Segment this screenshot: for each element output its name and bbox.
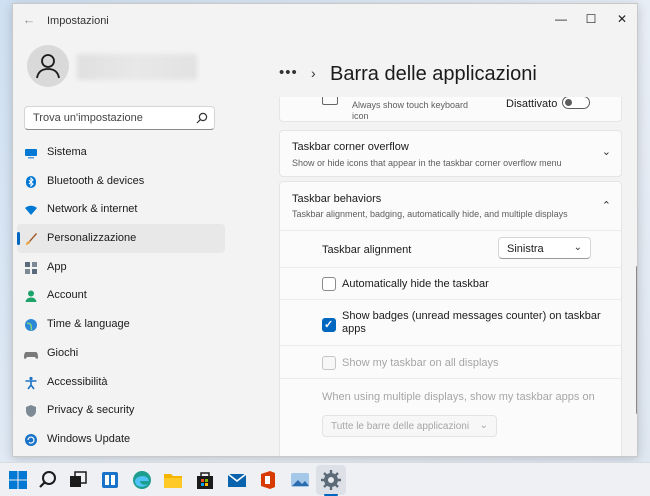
badges-checkbox[interactable]: ✓ bbox=[322, 318, 336, 332]
auto-hide-row: Automatically hide the taskbar bbox=[280, 267, 621, 299]
corner-overflow-card[interactable]: Taskbar corner overflow Show or hide ico… bbox=[279, 130, 622, 177]
taskbar-behaviors-subtitle: Taskbar alignment, badging, automaticall… bbox=[292, 209, 568, 219]
sidebar-item-label: Personalizzazione bbox=[47, 232, 137, 245]
all-displays-label: Show my taskbar on all displays bbox=[342, 357, 499, 369]
sidebar-item-label: Time & language bbox=[47, 318, 130, 331]
sidebar-item-bluetooth[interactable]: Bluetooth & devices bbox=[17, 167, 225, 196]
badges-label: Show badges (unread messages counter) on… bbox=[342, 310, 601, 335]
widgets-icon[interactable] bbox=[99, 469, 121, 491]
sidebar-item-account[interactable]: Account bbox=[17, 281, 225, 310]
edge-icon[interactable] bbox=[131, 469, 153, 491]
sidebar-item-label: Windows Update bbox=[47, 432, 131, 445]
blurred-account-name bbox=[77, 54, 197, 80]
taskbar-alignment-row: Taskbar alignment Sinistra ⌄ bbox=[280, 230, 621, 267]
taskbar-alignment-label: Taskbar alignment bbox=[322, 244, 412, 256]
active-indicator bbox=[17, 232, 20, 246]
bluetooth-icon bbox=[26, 175, 36, 188]
chevron-down-icon[interactable]: ⌄ bbox=[602, 145, 611, 158]
badges-row: ✓ Show badges (unread messages counter) … bbox=[280, 299, 621, 345]
chevron-up-icon[interactable]: ⌃ bbox=[602, 199, 611, 212]
brush-icon bbox=[26, 233, 37, 246]
sidebar-item-label: Account bbox=[47, 289, 87, 302]
sidebar-item-app[interactable]: App bbox=[17, 253, 225, 282]
globe-icon bbox=[25, 319, 37, 332]
settings-icon[interactable] bbox=[320, 469, 342, 491]
update-icon bbox=[25, 433, 37, 446]
touch-keyboard-card: Always show touch keyboard icon Disattiv… bbox=[279, 97, 622, 122]
toggle-state-label: Disattivato bbox=[506, 98, 558, 110]
touch-keyboard-toggle[interactable] bbox=[562, 97, 590, 109]
office-icon[interactable] bbox=[257, 469, 279, 491]
taskbar-behaviors-card: Taskbar behaviors Taskbar alignment, bad… bbox=[279, 181, 622, 456]
all-displays-checkbox[interactable] bbox=[322, 356, 336, 370]
system-icon bbox=[25, 149, 37, 159]
shield-icon bbox=[26, 405, 36, 418]
search-icon[interactable] bbox=[37, 469, 59, 491]
store-icon[interactable] bbox=[194, 469, 216, 491]
auto-hide-checkbox[interactable] bbox=[322, 277, 336, 291]
accessibility-icon bbox=[25, 376, 37, 389]
taskbar-behaviors-title: Taskbar behaviors bbox=[292, 193, 382, 205]
sidebar-item-windows-update[interactable]: Windows Update bbox=[17, 425, 225, 454]
chevron-down-icon: ⌄ bbox=[479, 420, 488, 431]
multi-display-dropdown[interactable]: Tutte le barre delle applicazioni ⌄ bbox=[322, 415, 497, 437]
avatar[interactable] bbox=[27, 45, 69, 87]
touch-keyboard-description: Always show touch keyboard icon bbox=[352, 100, 469, 121]
apps-icon bbox=[25, 261, 37, 274]
keyboard-icon bbox=[322, 97, 338, 105]
gamepad-icon bbox=[24, 351, 38, 359]
dropdown-value: Tutte le barre delle applicazioni bbox=[331, 421, 470, 432]
minimize-button[interactable]: — bbox=[546, 8, 576, 30]
chevron-down-icon: ⌄ bbox=[573, 242, 582, 253]
sidebar-item-label: Accessibilità bbox=[47, 375, 108, 388]
search-placeholder: Trova un'impostazione bbox=[33, 112, 143, 124]
person-icon bbox=[36, 54, 60, 79]
breadcrumb-overflow-button[interactable]: ••• bbox=[279, 64, 298, 81]
title-bar: ← Impostazioni — ☐ ✕ bbox=[13, 4, 637, 34]
sidebar-item-sistema[interactable]: Sistema bbox=[17, 138, 225, 167]
sidebar-nav: Sistema Bluetooth & devices Network & in… bbox=[17, 138, 225, 454]
sidebar-item-label: Network & internet bbox=[47, 203, 138, 216]
sidebar-item-label: Giochi bbox=[47, 346, 79, 359]
back-button[interactable]: ← bbox=[21, 12, 37, 28]
page-title: Barra delle applicazioni bbox=[330, 63, 537, 85]
sidebar-item-personalizzazione[interactable]: Personalizzazione bbox=[17, 224, 225, 253]
dropdown-value: Sinistra bbox=[507, 243, 544, 255]
sidebar-item-accessibilita[interactable]: Accessibilità bbox=[17, 368, 225, 397]
sidebar-item-privacy[interactable]: Privacy & security bbox=[17, 396, 225, 425]
photos-icon[interactable] bbox=[289, 469, 311, 491]
sidebar-item-giochi[interactable]: Giochi bbox=[17, 339, 225, 368]
maximize-button[interactable]: ☐ bbox=[576, 8, 606, 30]
multi-display-label: When using multiple displays, show my ta… bbox=[322, 391, 595, 403]
arrow-left-icon: ← bbox=[22, 12, 36, 27]
multi-display-row: When using multiple displays, show my ta… bbox=[280, 378, 621, 448]
scrollbar[interactable] bbox=[636, 266, 637, 414]
all-displays-row: Show my taskbar on all displays bbox=[280, 345, 621, 378]
sidebar-item-label: Sistema bbox=[47, 146, 87, 158]
corner-overflow-subtitle: Show or hide icons that appear in the ta… bbox=[292, 158, 562, 168]
sidebar-item-label: Privacy & security bbox=[47, 404, 135, 417]
check-icon: ✓ bbox=[324, 319, 334, 331]
wifi-icon bbox=[25, 206, 37, 216]
file-explorer-icon[interactable] bbox=[162, 469, 184, 491]
sidebar-item-label: Bluetooth & devices bbox=[47, 174, 145, 187]
task-view-icon[interactable] bbox=[67, 469, 89, 491]
account-icon bbox=[25, 290, 37, 303]
sidebar-item-label: App bbox=[47, 260, 67, 273]
auto-hide-label: Automatically hide the taskbar bbox=[342, 278, 489, 290]
sidebar-item-network[interactable]: Network & internet bbox=[17, 195, 225, 224]
corner-overflow-title: Taskbar corner overflow bbox=[292, 141, 409, 153]
search-icon[interactable] bbox=[196, 112, 208, 124]
taskbar-alignment-dropdown[interactable]: Sinistra ⌄ bbox=[498, 237, 591, 259]
windows-start-icon[interactable] bbox=[7, 469, 29, 491]
taskbar bbox=[0, 462, 650, 496]
settings-window: ← Impostazioni — ☐ ✕ Trova un'impostazio… bbox=[12, 3, 638, 457]
sidebar-item-time-language[interactable]: Time & language bbox=[17, 310, 225, 339]
close-button[interactable]: ✕ bbox=[607, 8, 637, 30]
settings-content: Always show touch keyboard icon Disattiv… bbox=[279, 97, 623, 456]
app-title: Impostazioni bbox=[47, 15, 109, 27]
breadcrumb-chevron-icon: › bbox=[311, 65, 316, 81]
mail-icon[interactable] bbox=[226, 469, 248, 491]
search-input[interactable]: Trova un'impostazione bbox=[24, 106, 215, 130]
